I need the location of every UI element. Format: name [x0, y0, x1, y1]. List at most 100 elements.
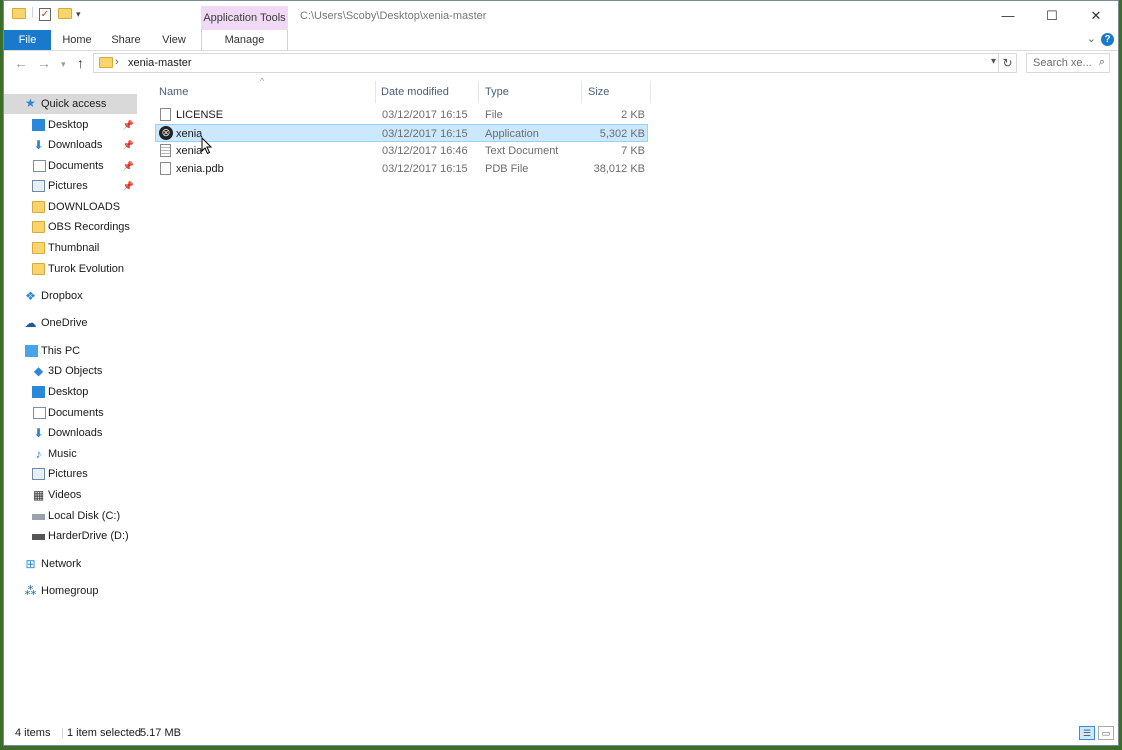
downloads-icon: ⬇	[33, 426, 44, 440]
selection-count: 1 item selected	[67, 727, 141, 739]
drive-icon	[32, 514, 45, 520]
column-header-date[interactable]: Date modified	[376, 81, 479, 103]
table-row[interactable]: xenia 03/12/2017 16:46 Text Document 7 K…	[155, 142, 648, 160]
sidebar-item-label: Quick access	[41, 98, 107, 110]
sidebar-item-local-disk-c[interactable]: Local Disk (C:)	[4, 506, 137, 526]
file-type: Application	[485, 128, 539, 140]
file-date: 03/12/2017 16:15	[382, 109, 468, 121]
sidebar-item-label: DOWNLOADS	[48, 201, 121, 213]
pin-icon[interactable]: 📌	[123, 115, 134, 135]
up-arrow-icon[interactable]: ↑	[77, 55, 84, 71]
large-icons-view-icon[interactable]: ▭	[1098, 726, 1114, 740]
column-header-size[interactable]: Size	[582, 81, 651, 103]
pin-icon[interactable]: 📌	[123, 156, 134, 176]
details-view-icon[interactable]: ☰	[1079, 726, 1095, 740]
sidebar-item-pc-desktop[interactable]: Desktop	[4, 382, 137, 402]
window-title: C:\Users\Scoby\Desktop\xenia-master	[300, 10, 487, 22]
file-type: File	[485, 109, 503, 121]
drive-icon	[32, 534, 45, 540]
forward-arrow-icon[interactable]: →	[37, 55, 51, 71]
refresh-icon[interactable]: ↻	[999, 53, 1017, 73]
sidebar-item-label: Network	[41, 558, 82, 570]
sidebar-item-3d-objects[interactable]: ◆ 3D Objects	[4, 361, 137, 381]
chevron-down-icon[interactable]: ▾	[991, 56, 996, 67]
sidebar-item-videos[interactable]: ▦ Videos	[4, 485, 137, 505]
sidebar-item-pictures[interactable]: Pictures 📌	[4, 176, 137, 196]
downloads-icon: ⬇	[33, 138, 44, 152]
sidebar-item-network[interactable]: ⊞ Network	[4, 554, 137, 574]
table-row[interactable]: xenia.pdb 03/12/2017 16:15 PDB File 38,0…	[155, 160, 648, 178]
selection-size: 5.17 MB	[140, 727, 181, 739]
sidebar-item-label: Local Disk (C:)	[48, 510, 121, 522]
customize-qat-icon[interactable]: ▾	[76, 9, 81, 20]
sidebar-item-homegroup[interactable]: ⁂ Homegroup	[4, 581, 137, 601]
table-row[interactable]: LICENSE 03/12/2017 16:15 File 2 KB	[155, 106, 648, 124]
application-tools-context-tab: Application Tools	[201, 6, 288, 30]
folder-icon	[12, 8, 26, 19]
sidebar-item-documents[interactable]: Documents 📌	[4, 156, 137, 176]
sidebar-item-obs-recordings[interactable]: OBS Recordings	[4, 217, 137, 237]
sidebar-item-label: Pictures	[48, 180, 88, 192]
column-header-name[interactable]: Name	[155, 81, 376, 103]
properties-icon[interactable]: ✓	[39, 8, 51, 21]
address-bar[interactable]: › xenia-master ▾	[93, 53, 999, 73]
file-date: 03/12/2017 16:15	[382, 163, 468, 175]
breadcrumb[interactable]: xenia-master	[128, 57, 192, 69]
file-icon	[160, 162, 171, 175]
text-file-icon	[160, 144, 171, 157]
sidebar-item-thumbnail[interactable]: Thumbnail	[4, 238, 137, 258]
expand-ribbon-icon[interactable]: ⌄	[1087, 32, 1096, 45]
tab-manage[interactable]: Manage	[201, 30, 288, 50]
search-input[interactable]: Search xe... ⌕	[1026, 53, 1110, 73]
sidebar-item-label: Documents	[48, 160, 104, 172]
new-folder-icon[interactable]	[58, 8, 72, 19]
sidebar-item-downloads-folder[interactable]: DOWNLOADS	[4, 197, 137, 217]
ribbon-tabs: File Home Share View Manage ⌄ ?	[4, 30, 1118, 51]
file-size: 7 KB	[621, 145, 645, 157]
close-button[interactable]: ✕	[1074, 1, 1118, 30]
sidebar-item-quick-access[interactable]: ★ Quick access	[4, 94, 137, 114]
search-icon[interactable]: ⌕	[1099, 56, 1105, 69]
maximize-button[interactable]: ☐	[1030, 1, 1074, 30]
sidebar-item-music[interactable]: ♪ Music	[4, 444, 137, 464]
recent-locations-icon[interactable]: ▾	[61, 59, 66, 70]
sidebar-item-label: Downloads	[48, 427, 103, 439]
sidebar-item-onedrive[interactable]: ☁ OneDrive	[4, 313, 137, 333]
sidebar-item-label: Thumbnail	[48, 242, 100, 254]
sidebar-item-pc-pictures[interactable]: Pictures	[4, 464, 137, 484]
tab-home[interactable]: Home	[60, 30, 94, 50]
cube-icon: ◆	[33, 364, 44, 378]
minimize-button[interactable]: —	[986, 1, 1030, 30]
sidebar-item-downloads[interactable]: ⬇ Downloads 📌	[4, 135, 137, 155]
table-row[interactable]: ⊗ xenia 03/12/2017 16:15 Application 5,3…	[155, 124, 648, 142]
sidebar-item-turok-evolution[interactable]: Turok Evolution	[4, 259, 137, 279]
sidebar-item-label: Turok Evolution	[48, 263, 125, 275]
back-arrow-icon[interactable]: ←	[14, 55, 28, 71]
tab-share[interactable]: Share	[108, 30, 144, 50]
computer-icon	[25, 345, 38, 357]
file-type: Text Document	[485, 145, 559, 157]
pin-icon[interactable]: 📌	[123, 176, 134, 196]
search-placeholder: Search xe...	[1033, 57, 1092, 69]
help-icon[interactable]: ?	[1101, 33, 1114, 46]
sidebar-item-this-pc[interactable]: This PC	[4, 341, 137, 361]
sidebar-item-dropbox[interactable]: ❖ Dropbox	[4, 286, 137, 306]
documents-icon	[33, 407, 46, 419]
item-count: 4 items	[15, 727, 51, 739]
sidebar-item-label: 3D Objects	[48, 365, 103, 377]
sidebar-item-label: Documents	[48, 407, 104, 419]
desktop-icon	[32, 386, 45, 398]
dropbox-icon: ❖	[25, 289, 36, 303]
pictures-icon	[32, 180, 45, 192]
column-header-type[interactable]: Type	[479, 81, 582, 103]
pin-icon[interactable]: 📌	[123, 135, 134, 155]
tab-view[interactable]: View	[157, 30, 191, 50]
sidebar-item-harderdrive-d[interactable]: HarderDrive (D:)	[4, 526, 137, 546]
sidebar-item-pc-downloads[interactable]: ⬇ Downloads	[4, 423, 137, 443]
chevron-right-icon[interactable]: ›	[115, 56, 119, 68]
sidebar-item-label: HarderDrive (D:)	[48, 530, 129, 542]
tab-file[interactable]: File	[4, 30, 51, 50]
sidebar-item-pc-documents[interactable]: Documents	[4, 403, 137, 423]
sidebar-item-desktop[interactable]: Desktop 📌	[4, 115, 137, 135]
music-note-icon: ♪	[35, 447, 42, 461]
